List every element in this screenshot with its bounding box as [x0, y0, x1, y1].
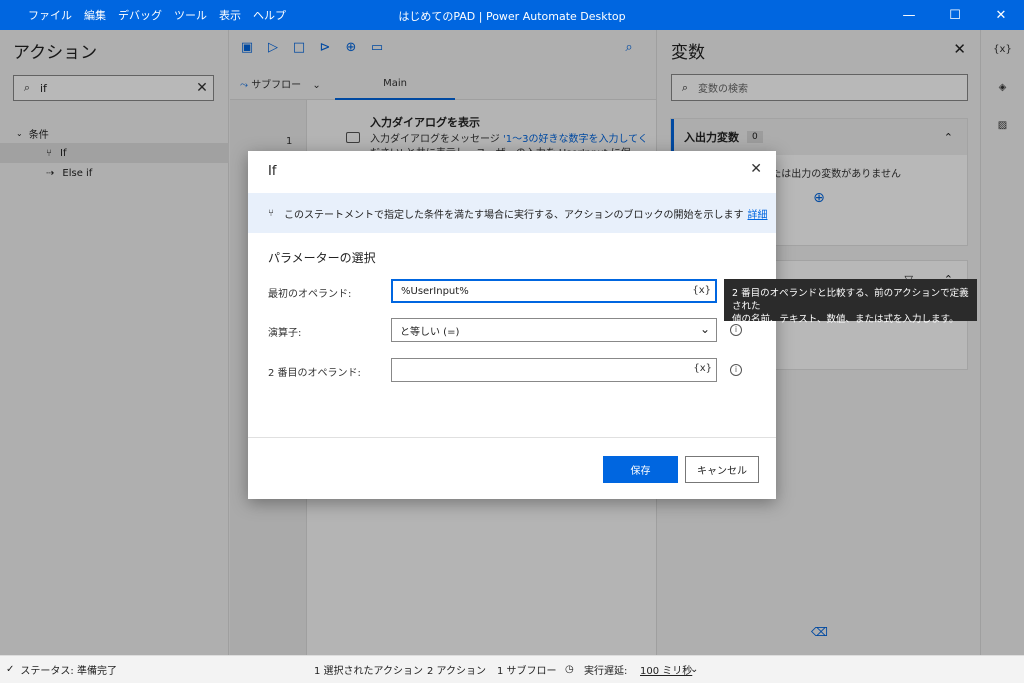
details-link[interactable]: 詳細 — [748, 206, 768, 221]
minimize-button[interactable]: — — [886, 0, 932, 30]
menu-tools[interactable]: ツール — [174, 7, 207, 23]
menu-bar: ファイル 編集 デバッグ ツール 表示 ヘルプ — [0, 0, 292, 30]
close-icon[interactable]: ✕ — [750, 161, 762, 177]
chevron-down-icon[interactable]: ⌄ — [690, 664, 698, 675]
status-check-icon: ✓ — [6, 664, 15, 675]
info-text: このステートメントで指定した条件を満たす場合に実行する、アクションのブロックの開… — [284, 209, 744, 221]
tooltip-line-2: 値の名前、テキスト、数値、または式を入力します。 — [732, 314, 959, 325]
operator-value: と等しい (=) — [400, 326, 460, 338]
maximize-button[interactable]: ☐ — [932, 0, 978, 30]
first-operand-value: %UserInput% — [401, 285, 469, 297]
variable-picker-icon[interactable]: {x} — [693, 363, 712, 374]
tooltip-line-1: 2 番目のオペランドと比較する、前のアクションで定義された — [732, 288, 969, 312]
close-window-button[interactable]: ✕ — [978, 0, 1024, 30]
subflows-count: 1 サブフロー — [497, 666, 557, 677]
menu-file[interactable]: ファイル — [28, 7, 72, 23]
dialog-footer: 保存 キャンセル — [248, 437, 776, 499]
operand-tooltip: 2 番目のオペランドと比較する、前のアクションで定義された 値の名前、テキスト、… — [724, 279, 977, 325]
dialog-title: If — [268, 164, 277, 179]
if-dialog: If ✕ ⑂ このステートメントで指定した条件を満たす場合に実行する、アクション… — [248, 151, 776, 499]
second-operand-input[interactable]: {x} — [391, 358, 717, 382]
operator-select[interactable]: と等しい (=) ⌄ — [391, 318, 717, 342]
save-button[interactable]: 保存 — [603, 456, 678, 483]
info-icon[interactable]: i — [730, 364, 742, 376]
status-bar: ✓ ステータス: 準備完了 1 選択されたアクション 2 アクション 1 サブフ… — [0, 655, 1024, 683]
menu-view[interactable]: 表示 — [219, 7, 241, 23]
first-operand-label: 最初のオペランド: — [268, 289, 352, 300]
menu-help[interactable]: ヘルプ — [253, 7, 286, 23]
delay-value[interactable]: 100 ミリ秒 — [640, 662, 692, 677]
first-operand-input[interactable]: %UserInput% {x} — [391, 279, 717, 303]
variable-picker-icon[interactable]: {x} — [692, 285, 711, 296]
status-text: ステータス: 準備完了 — [20, 666, 117, 677]
delay-label: 実行遅延: — [584, 666, 628, 677]
selected-count: 1 選択されたアクション — [314, 666, 424, 677]
section-title: パラメーターの選択 — [268, 251, 376, 265]
chevron-down-icon: ⌄ — [699, 322, 710, 336]
menu-edit[interactable]: 編集 — [84, 7, 106, 23]
cancel-button[interactable]: キャンセル — [685, 456, 759, 483]
second-operand-label: 2 番目のオペランド: — [268, 368, 361, 379]
actions-count: 2 アクション — [427, 666, 487, 677]
title-bar: ファイル 編集 デバッグ ツール 表示 ヘルプ はじめてのPAD | Power… — [0, 0, 1024, 30]
menu-debug[interactable]: デバッグ — [118, 7, 162, 23]
info-bar: ⑂ このステートメントで指定した条件を満たす場合に実行する、アクションのブロック… — [248, 193, 776, 233]
clock-icon: ◷ — [565, 664, 574, 675]
branch-icon: ⑂ — [268, 207, 274, 219]
operator-label: 演算子: — [268, 328, 302, 339]
